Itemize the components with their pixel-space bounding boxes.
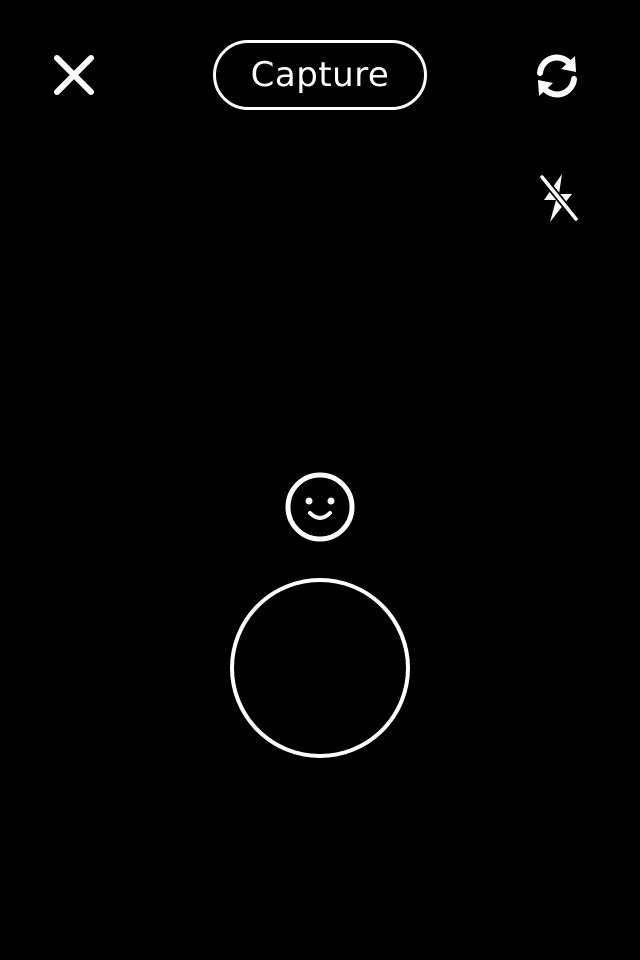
shutter-button[interactable] — [230, 578, 410, 758]
close-button[interactable] — [44, 45, 104, 105]
refresh-icon — [537, 54, 577, 98]
flash-off-icon — [539, 174, 579, 222]
capture-mode-button[interactable]: Capture — [213, 40, 427, 110]
camera-screen: Capture — [0, 0, 640, 960]
close-icon — [54, 55, 94, 95]
flash-toggle-button[interactable] — [530, 170, 586, 226]
face-filter-button[interactable] — [284, 471, 356, 543]
smiley-face-icon — [285, 472, 355, 542]
flip-camera-button[interactable] — [527, 46, 587, 106]
capture-mode-label: Capture — [250, 55, 390, 95]
